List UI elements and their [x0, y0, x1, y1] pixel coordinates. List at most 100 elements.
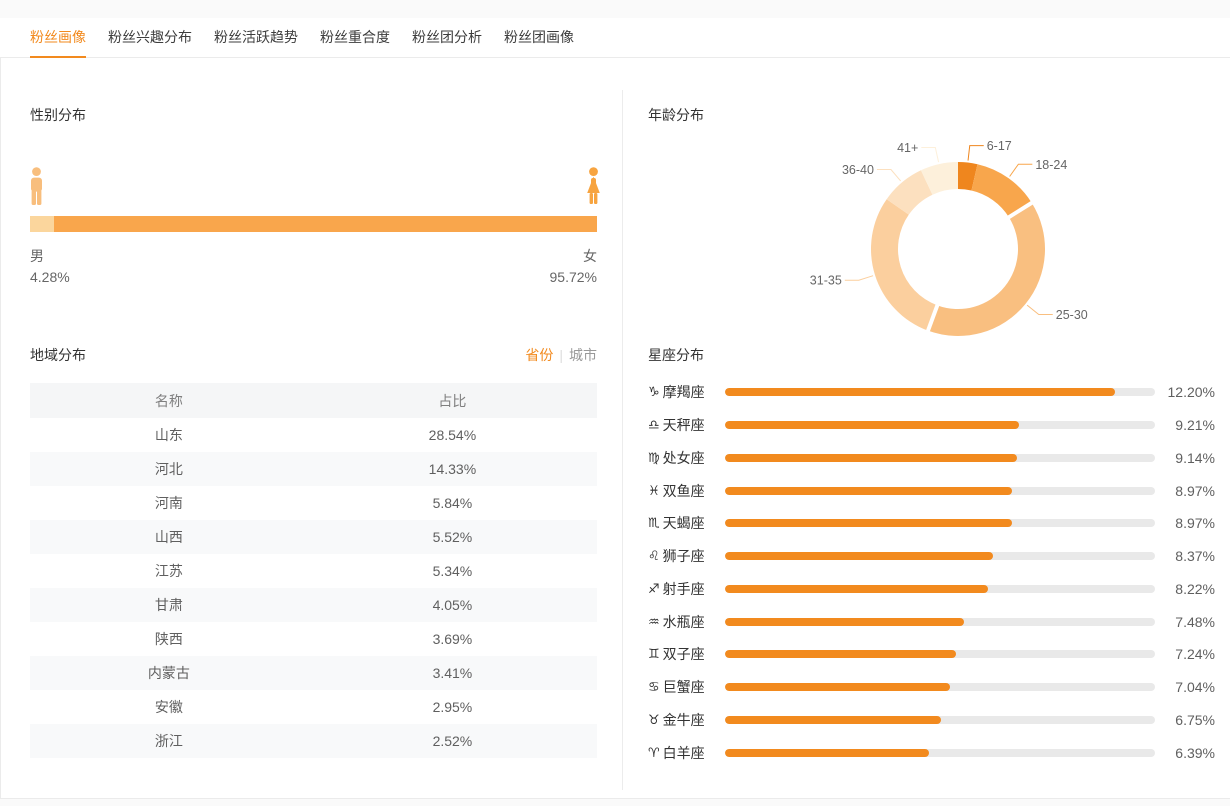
- zodiac-name: ♉ 金牛座: [648, 710, 725, 730]
- region-share: 14.33%: [428, 461, 477, 477]
- female-icon: [587, 167, 600, 204]
- zodiac-symbol-icon: ♒: [648, 613, 660, 629]
- gender-bar-male-segment: [30, 216, 55, 232]
- region-name: 河南: [154, 495, 183, 511]
- zodiac-bar-track: [725, 617, 1155, 626]
- female-stat: 女 95.72%: [550, 246, 597, 288]
- age-label-line-36-40: [876, 168, 902, 182]
- zodiac-bar-track: [725, 486, 1155, 495]
- zodiac-label: 天秤座: [662, 417, 705, 434]
- region-share: 5.84%: [432, 495, 473, 511]
- tab-3[interactable]: 粉丝活跃趋势: [214, 18, 298, 58]
- zodiac-label: 射手座: [662, 580, 705, 597]
- zodiac-symbol-icon: ♊: [648, 646, 660, 662]
- zodiac-row-6: ♌ 狮子座 8.37%: [648, 540, 1215, 573]
- zodiac-value: 7.48%: [1175, 613, 1215, 630]
- region-table-row: 安徽 2.95%: [30, 690, 597, 724]
- zodiac-bar-track: [725, 453, 1155, 462]
- zodiac-symbol-icon: ♍: [648, 449, 660, 465]
- zodiac-bar-track: [725, 715, 1155, 724]
- zodiac-symbol-icon: ♋: [648, 679, 660, 695]
- zodiac-bar-fill: [725, 715, 941, 724]
- region-share: 2.95%: [432, 699, 473, 715]
- zodiac-symbol-icon: ♌: [648, 548, 660, 564]
- zodiac-label: 处女座: [662, 449, 705, 466]
- toggle-city[interactable]: 城市: [569, 347, 597, 363]
- region-name: 甘肃: [154, 597, 183, 613]
- region-table-row: 河南 5.84%: [30, 486, 597, 520]
- age-slice-25-30: [928, 202, 1045, 337]
- zodiac-value: 8.97%: [1175, 515, 1215, 532]
- region-col-name: 名称: [30, 383, 308, 418]
- zodiac-bar-track: [725, 519, 1155, 528]
- region-table-row: 浙江 2.52%: [30, 724, 597, 758]
- tab-6[interactable]: 粉丝团画像: [504, 18, 574, 58]
- zodiac-value: 9.21%: [1175, 417, 1215, 434]
- fan-analytics-page: 粉丝画像 粉丝兴趣分布 粉丝活跃趋势 粉丝重合度 粉丝团分析 粉丝团画像 性别分布 男 4…: [0, 0, 1230, 806]
- zodiac-value: 7.04%: [1175, 679, 1215, 696]
- age-label-31-35: 31-35: [810, 274, 842, 288]
- region-name: 河北: [154, 461, 183, 477]
- region-table-row: 山西 5.52%: [30, 520, 597, 554]
- zodiac-symbol-icon: ♉: [648, 711, 660, 727]
- zodiac-label: 摩羯座: [662, 384, 705, 401]
- region-name: 山东: [154, 427, 183, 443]
- region-section-title: 地域分布: [30, 347, 86, 363]
- toggle-separator: |: [559, 347, 563, 363]
- zodiac-row-4: ♓ 双鱼座 8.97%: [648, 474, 1215, 507]
- zodiac-bar-fill: [725, 617, 965, 626]
- zodiac-row-2: ♎ 天秤座 9.21%: [648, 409, 1215, 442]
- female-percent: 95.72%: [549, 269, 597, 285]
- zodiac-value: 8.22%: [1175, 580, 1215, 597]
- zodiac-value: 12.20%: [1167, 384, 1215, 401]
- region-table-row: 甘肃 4.05%: [30, 588, 597, 622]
- age-label-18-24: 18-24: [1035, 158, 1067, 172]
- zodiac-bar-track: [725, 388, 1155, 397]
- zodiac-label: 巨蟹座: [662, 679, 705, 696]
- zodiac-symbol-icon: ♑: [648, 384, 660, 400]
- tab-4[interactable]: 粉丝重合度: [320, 18, 390, 58]
- region-share: 3.41%: [432, 665, 473, 681]
- region-table-header-row: 名称 占比: [30, 383, 597, 418]
- zodiac-row-11: ♉ 金牛座 6.75%: [648, 704, 1215, 737]
- tab-2[interactable]: 粉丝兴趣分布: [108, 18, 192, 58]
- zodiac-bar-fill: [725, 552, 993, 561]
- zodiac-name: ♓ 双鱼座: [648, 481, 725, 501]
- zodiac-value: 8.37%: [1175, 548, 1215, 565]
- zodiac-row-7: ♐ 射手座 8.22%: [648, 573, 1215, 606]
- zodiac-symbol-icon: ♏: [648, 515, 660, 531]
- zodiac-name: ♊ 双子座: [648, 644, 725, 664]
- zodiac-bar-fill: [725, 584, 988, 593]
- age-label-25-30: 25-30: [1056, 308, 1088, 322]
- zodiac-bar-track: [725, 748, 1155, 757]
- region-name: 浙江: [154, 733, 183, 749]
- zodiac-row-5: ♏ 天蝎座 8.97%: [648, 507, 1215, 540]
- zodiac-name: ♋ 巨蟹座: [648, 677, 725, 697]
- zodiac-value: 6.75%: [1175, 711, 1215, 728]
- zodiac-bar-track: [725, 421, 1155, 430]
- zodiac-bar-track: [725, 552, 1155, 561]
- zodiac-name: ♐ 射手座: [648, 579, 725, 599]
- region-share: 3.69%: [432, 631, 473, 647]
- zodiac-name: ♍ 处女座: [648, 448, 725, 468]
- gender-bar-female-segment: [54, 216, 597, 232]
- zodiac-row-1: ♑ 摩羯座 12.20%: [648, 376, 1215, 409]
- zodiac-label: 水瓶座: [662, 613, 705, 630]
- zodiac-bar-track: [725, 584, 1155, 593]
- zodiac-row-12: ♈ 白羊座 6.39%: [648, 736, 1215, 769]
- male-stat: 男 4.28%: [30, 246, 70, 288]
- male-label: 男: [30, 248, 44, 264]
- tab-1[interactable]: 粉丝画像: [30, 18, 86, 58]
- zodiac-bar-fill: [725, 388, 1116, 397]
- age-label-41+: 41+: [897, 141, 918, 155]
- region-table-row: 山东 28.54%: [30, 418, 597, 452]
- column-divider: [622, 90, 623, 790]
- zodiac-value: 6.39%: [1175, 744, 1215, 761]
- zodiac-name: ♑ 摩羯座: [648, 382, 725, 402]
- zodiac-label: 金牛座: [662, 711, 705, 728]
- zodiac-name: ♒ 水瓶座: [648, 612, 725, 632]
- zodiac-section-title: 星座分布: [648, 347, 704, 363]
- toggle-province[interactable]: 省份: [525, 347, 553, 363]
- region-toggle: 省份 | 城市: [525, 345, 597, 365]
- tab-5[interactable]: 粉丝团分析: [412, 18, 482, 58]
